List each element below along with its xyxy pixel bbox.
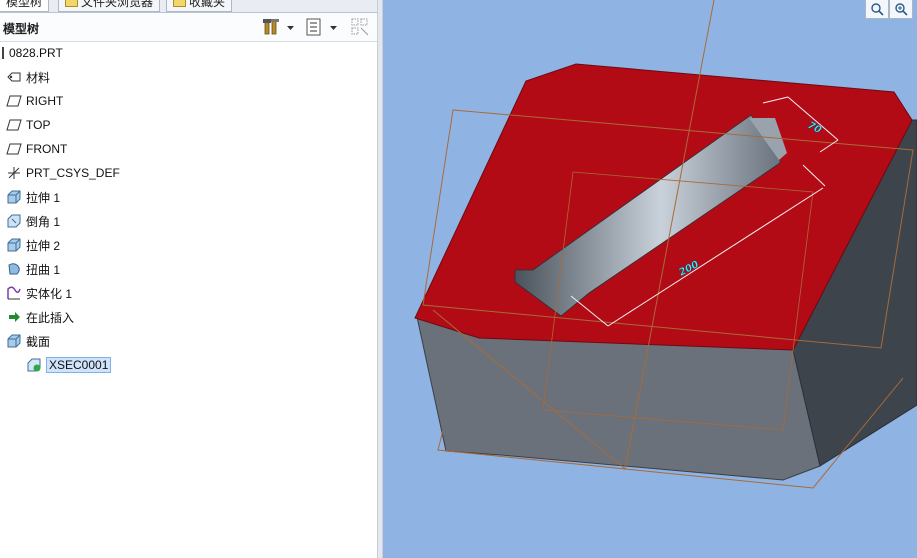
tree-item-material[interactable]: 材料: [6, 67, 50, 87]
panel-tabs: 模型树 文件夹浏览器 收藏夹: [0, 0, 377, 13]
zoom-in-icon: [895, 3, 908, 16]
model-tree-toolbar: 模型树: [0, 13, 377, 42]
xsec-icon: [26, 357, 42, 373]
panel-title: 模型树: [3, 22, 40, 36]
filter-icon: [351, 18, 369, 36]
tools-icon: [263, 19, 279, 35]
selected-label: XSEC0001: [46, 357, 112, 373]
folder-icon: [65, 0, 78, 7]
zoom-fit-button[interactable]: [865, 0, 889, 19]
tree-item-csys[interactable]: PRT_CSYS_DEF: [6, 163, 120, 183]
favorites-icon: [173, 0, 186, 7]
tree-settings-icon: [306, 18, 321, 36]
zoom-in-button[interactable]: [889, 0, 913, 19]
insert-arrow-icon: [6, 309, 22, 325]
tools-dropdown[interactable]: [286, 17, 295, 37]
3d-viewport[interactable]: 70 200: [383, 0, 917, 558]
filter-button[interactable]: [350, 17, 370, 37]
tree-item-xsec0001[interactable]: XSEC0001: [26, 355, 112, 375]
tree-item-chamfer-1[interactable]: 倒角 1: [6, 211, 60, 231]
tree-item-section[interactable]: 截面: [6, 331, 50, 351]
dropdown-icon: [330, 26, 337, 30]
dropdown-icon: [287, 26, 294, 30]
tree-item-right[interactable]: RIGHT: [6, 91, 63, 111]
material-icon: [6, 69, 22, 85]
datum-plane-icon: [6, 141, 22, 157]
solidify-icon: [6, 285, 22, 301]
tree-settings-dropdown[interactable]: [329, 17, 338, 37]
chamfer-icon: [6, 213, 22, 229]
tools-button[interactable]: [262, 17, 280, 37]
tree-item-extrude-1[interactable]: 拉伸 1: [6, 187, 60, 207]
tree-item-part[interactable]: 0828.PRT: [2, 43, 63, 63]
part-icon: [2, 47, 4, 59]
datum-plane-icon: [6, 93, 22, 109]
tree-item-front[interactable]: FRONT: [6, 139, 67, 159]
tab-folder-browser[interactable]: 文件夹浏览器: [58, 0, 161, 12]
tree-item-solidify-1[interactable]: 实体化 1: [6, 283, 72, 303]
tab-favorites[interactable]: 收藏夹: [166, 0, 233, 12]
warp-icon: [6, 261, 22, 277]
model-view: 70 200: [414, 0, 917, 489]
tree-item-warp-1[interactable]: 扭曲 1: [6, 259, 60, 279]
datum-plane-icon: [6, 117, 22, 133]
csys-icon: [6, 165, 22, 181]
zoom-fit-icon: [871, 3, 884, 16]
tree-item-extrude-2[interactable]: 拉伸 2: [6, 235, 60, 255]
model-tree-panel: 模型树 文件夹浏览器 收藏夹 模型树 0828.PRT 材料 RIGHT TOP…: [0, 0, 377, 558]
tab-model-tree[interactable]: 模型树: [0, 0, 50, 12]
section-icon: [6, 333, 22, 349]
tree-settings-button[interactable]: [305, 17, 323, 37]
extrude-icon: [6, 237, 22, 253]
tree-item-insert-here[interactable]: 在此插入: [6, 307, 74, 327]
extrude-icon: [6, 189, 22, 205]
tree-item-top[interactable]: TOP: [6, 115, 50, 135]
